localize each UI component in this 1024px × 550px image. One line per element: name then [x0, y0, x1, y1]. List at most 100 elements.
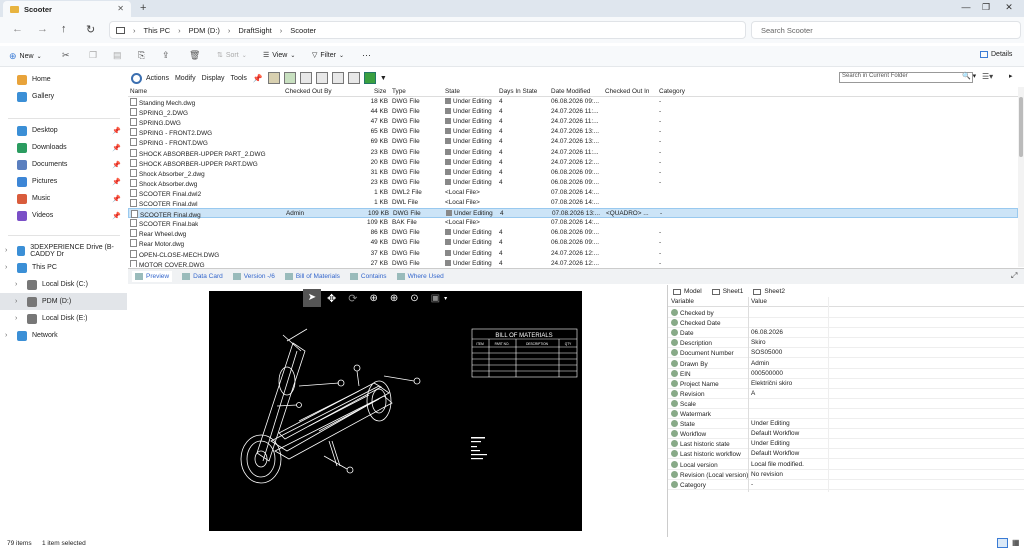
- property-row[interactable]: Last historic workflow Default Workflow: [668, 449, 1024, 460]
- table-row[interactable]: Shock Absorber.dwg 23 KB DWG File Under Edi…: [128, 178, 1018, 188]
- nav-tree-item-2[interactable]: › Local Disk (C:): [0, 276, 127, 293]
- sheet-tab-model[interactable]: Model: [673, 288, 702, 295]
- property-row[interactable]: Local version Local file modified.: [668, 460, 1024, 470]
- delete-icon[interactable]: 🗑: [189, 50, 200, 61]
- property-row[interactable]: State Under Editing: [668, 419, 1024, 430]
- close-window-button[interactable]: ✕: [999, 2, 1019, 13]
- zoom-in-icon[interactable]: ⊕: [390, 293, 398, 304]
- col-checked-out-in[interactable]: Checked Out In: [605, 88, 649, 95]
- property-row[interactable]: Checked Date: [668, 318, 1024, 329]
- breadcrumb-draftsight[interactable]: DraftSight: [238, 26, 271, 35]
- property-row[interactable]: Scale: [668, 399, 1024, 409]
- property-row[interactable]: Category -: [668, 480, 1024, 490]
- reference-icon[interactable]: [347, 72, 360, 84]
- window-tab[interactable]: Scooter ✕: [3, 1, 131, 17]
- copy-icon[interactable]: ❐: [89, 50, 97, 61]
- col-days-in-state[interactable]: Days In State: [499, 88, 537, 95]
- property-row[interactable]: EIN 000500000: [668, 369, 1024, 379]
- table-row[interactable]: SHOCK ABSORBER-UPPER PART_2.DWG 23 KB DWG …: [128, 148, 1018, 158]
- table-row[interactable]: SPRING - FRONT2.DWG 65 KB DWG File Under Ed…: [128, 127, 1018, 137]
- table-row[interactable]: SPRING - FRONT.DWG 69 KB DWG File Under Edi…: [128, 137, 1018, 147]
- nav-quick-gallery[interactable]: Gallery: [0, 88, 127, 105]
- up-arrow-icon[interactable]: ↑: [61, 23, 67, 35]
- table-row[interactable]: MOTOR COVER.DWG 27 KB DWG File Under Editin…: [128, 259, 1018, 267]
- table-row[interactable]: SPRING_2.DWG 44 KB DWG File Under Editing 4 2…: [128, 107, 1018, 117]
- expand-chevron-icon[interactable]: ›: [5, 247, 7, 254]
- nav-tree-item-4[interactable]: › Local Disk (E:): [0, 310, 127, 327]
- details-view-icon[interactable]: [997, 538, 1008, 548]
- maximize-button[interactable]: ❐: [976, 2, 996, 13]
- expand-chevron-icon[interactable]: ›: [5, 264, 7, 271]
- breadcrumb-pdm[interactable]: PDM (D:): [189, 26, 220, 35]
- change-state-icon[interactable]: [363, 72, 376, 84]
- col-state[interactable]: State: [445, 88, 460, 95]
- more-options-button[interactable]: ···: [362, 50, 371, 60]
- breadcrumb-scooter[interactable]: Scooter: [290, 26, 316, 35]
- tab-version[interactable]: Version -/6: [232, 273, 275, 280]
- expand-icon[interactable]: ⤢: [1011, 271, 1017, 281]
- pan-icon[interactable]: ✥: [327, 292, 336, 305]
- property-row[interactable]: Checked by: [668, 308, 1024, 318]
- property-row[interactable]: Drawn By Admin: [668, 359, 1024, 369]
- pin-icon[interactable]: 📌: [253, 74, 263, 83]
- tab-preview[interactable]: Preview: [132, 271, 173, 282]
- table-row[interactable]: SCOOTER Final.dwl2 1 KB DWL2 File <Local Fi…: [128, 188, 1018, 198]
- dropdown-arrow-icon[interactable]: ▼: [380, 75, 387, 82]
- table-row[interactable]: SCOOTER Final.bak 109 KB BAK File <Local Fi…: [128, 218, 1018, 228]
- new-button[interactable]: ⊕ New ⌄: [9, 51, 42, 62]
- table-row[interactable]: SHOCK ABSORBER-UPPER PART.DWG 20 KB DWG Fi…: [128, 158, 1018, 168]
- col-type[interactable]: Type: [392, 88, 406, 95]
- property-row[interactable]: Project Name Električni skiro: [668, 379, 1024, 389]
- property-row[interactable]: Workflow Default Workflow: [668, 429, 1024, 440]
- nav-tree-item-3[interactable]: › PDM (D:): [0, 293, 127, 310]
- select-cursor-icon[interactable]: ➤: [303, 289, 321, 307]
- nav-pinned-pictures[interactable]: Pictures 📌: [0, 173, 127, 190]
- property-row[interactable]: Revision A: [668, 389, 1024, 399]
- nav-pinned-downloads[interactable]: Downloads 📌: [0, 139, 127, 156]
- expand-chevron-icon[interactable]: ›: [15, 281, 17, 288]
- menu-tools[interactable]: Tools: [231, 75, 247, 82]
- nav-tree-item-0[interactable]: › 3DEXPERIENCE Drive (B-CADDY Dr: [0, 242, 127, 259]
- property-row[interactable]: Last historic state Under Editing: [668, 439, 1024, 450]
- address-bar[interactable]: › This PC › PDM (D:) › DraftSight › Scoo…: [109, 21, 746, 39]
- rename-icon[interactable]: ⎘: [138, 50, 145, 61]
- file-list-scrollbar[interactable]: [1018, 87, 1024, 267]
- sheet-tab-sheet1[interactable]: Sheet1: [711, 288, 743, 295]
- zoom-window-icon[interactable]: ⊕: [369, 293, 377, 304]
- col-date-modified[interactable]: Date Modified: [551, 88, 590, 95]
- table-row[interactable]: Rear Motor.dwg 49 KB DWG File Under Editing…: [128, 238, 1018, 248]
- table-row[interactable]: SPRING.DWG 47 KB DWG File Under Editing 4 24.…: [128, 117, 1018, 127]
- get-latest-icon[interactable]: [299, 72, 312, 84]
- check-in-icon[interactable]: [267, 72, 280, 84]
- expand-chevron-icon[interactable]: ›: [15, 315, 17, 322]
- nav-pinned-videos[interactable]: Videos 📌: [0, 207, 127, 224]
- list-view-icon[interactable]: ☰▾: [982, 72, 993, 81]
- tab-contains[interactable]: Contains: [349, 273, 387, 280]
- nav-quick-home[interactable]: Home: [0, 71, 127, 88]
- search-options-dropdown[interactable]: 🔍 ▾: [962, 72, 976, 80]
- col-category[interactable]: Category: [659, 88, 685, 95]
- tab-data-card[interactable]: Data Card: [182, 273, 223, 280]
- layers-icon[interactable]: ▣: [431, 293, 440, 304]
- menu-display[interactable]: Display: [202, 75, 225, 82]
- menu-modify[interactable]: Modify: [175, 75, 196, 82]
- undo-checkout-icon[interactable]: [331, 72, 344, 84]
- table-row[interactable]: SCOOTER Final.dwg Admin 109 KB DWG File Unde…: [128, 208, 1018, 219]
- col-size[interactable]: Size: [374, 88, 386, 95]
- table-row[interactable]: SCOOTER Final.dwl 1 KB DWL File <Local File…: [128, 198, 1018, 208]
- sheet-tab-sheet2[interactable]: Sheet2: [753, 288, 785, 295]
- forward-arrow-icon[interactable]: →: [37, 23, 48, 35]
- table-row[interactable]: Rear Wheel.dwg 86 KB DWG File Under Editing…: [128, 228, 1018, 238]
- minimize-button[interactable]: —: [956, 2, 976, 12]
- tab-where-used[interactable]: Where Used: [396, 273, 444, 280]
- property-row[interactable]: Description Skiro: [668, 338, 1024, 349]
- sort-button[interactable]: ⇅ Sort ⌄: [217, 51, 247, 60]
- table-row[interactable]: Shock Absorber_2.dwg 31 KB DWG File Under E…: [128, 168, 1018, 178]
- share-icon[interactable]: ⇪: [162, 50, 170, 61]
- back-arrow-icon[interactable]: ←: [12, 23, 23, 35]
- zoom-fit-icon[interactable]: ⊙: [410, 293, 418, 304]
- table-row[interactable]: Standing Mech.dwg 18 KB DWG File Under Edit…: [128, 97, 1018, 107]
- expand-chevron-icon[interactable]: ›: [15, 298, 17, 305]
- pdm-search-input[interactable]: Search in Current Folder: [839, 72, 973, 83]
- property-row[interactable]: Document Number SOS05000: [668, 348, 1024, 359]
